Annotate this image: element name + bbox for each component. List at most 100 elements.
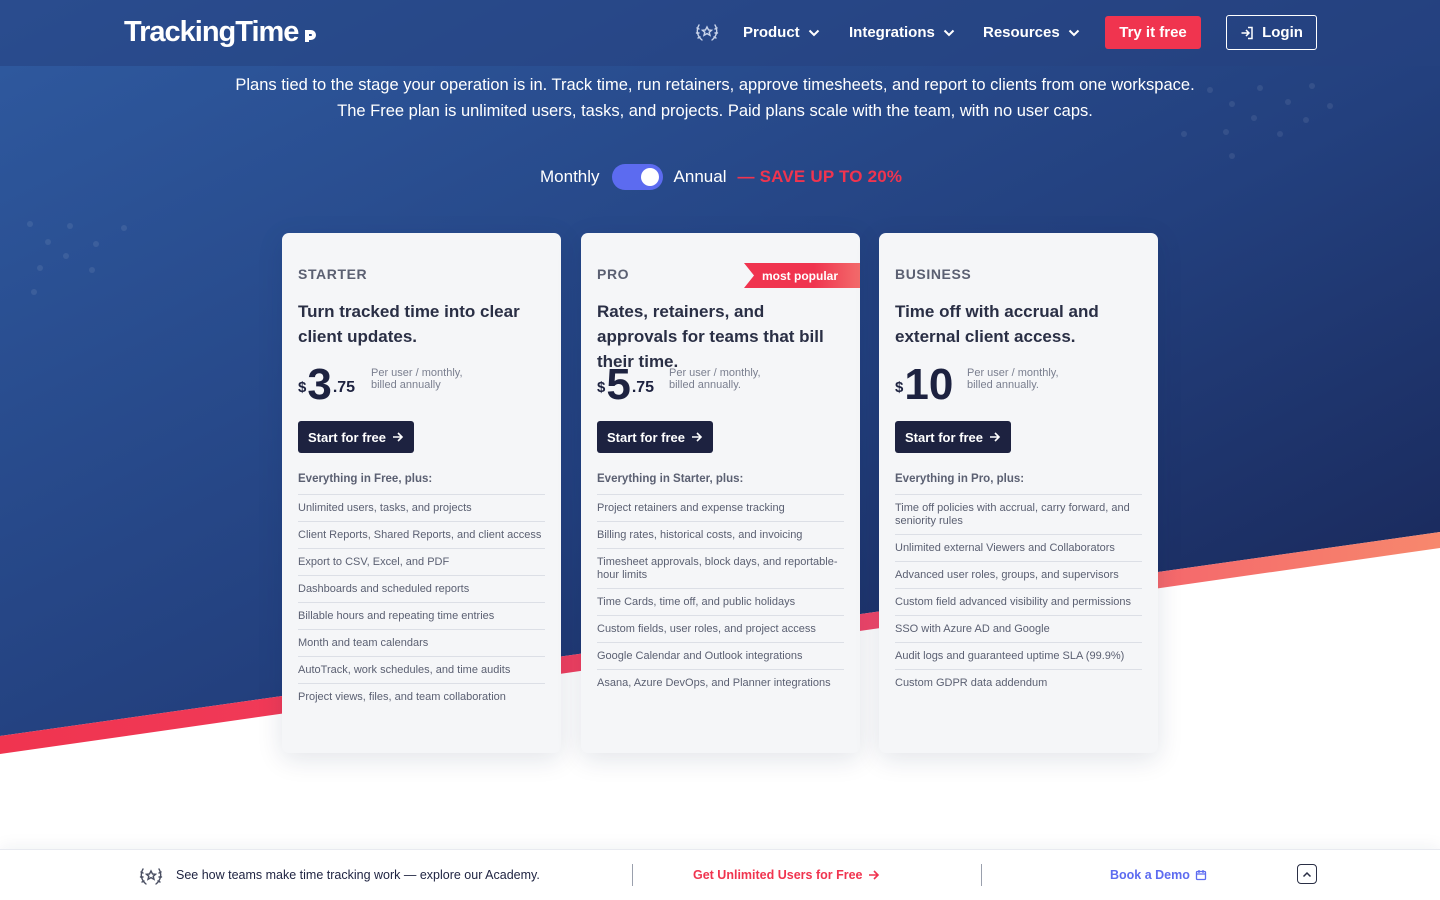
feature-item: Month and team calendars — [298, 629, 545, 656]
price-period-note: Per user / monthly, billed annually. — [967, 367, 1059, 391]
divider — [981, 864, 982, 886]
price-currency: $ — [298, 379, 307, 396]
plan-price: $ 3 .75 — [298, 363, 355, 407]
laurel-award-icon — [695, 24, 719, 41]
chevron-down-icon — [1068, 29, 1079, 36]
plan-price: $ 10 — [895, 363, 954, 407]
plan-headline: Turn tracked time into clear client upda… — [298, 302, 520, 346]
start-for-free-button[interactable]: Start for free — [597, 421, 713, 453]
save-badge: — SAVE UP TO 20% — [737, 167, 903, 186]
feature-list: Project retainers and expense tracking B… — [597, 494, 844, 696]
features-title: Everything in Free, plus: — [298, 473, 433, 485]
nav-product[interactable]: Product — [743, 24, 820, 41]
arrow-right-icon — [990, 432, 1001, 442]
start-for-free-button[interactable]: Start for free — [298, 421, 414, 453]
features-title: Everything in Starter, plus: — [597, 473, 744, 485]
start-button-label: Start for free — [904, 429, 984, 445]
arrow-right-icon — [692, 432, 703, 442]
nav-resources-label: Resources — [983, 24, 1060, 41]
book-demo-link[interactable]: Book a Demo — [1110, 868, 1207, 882]
feature-list: Unlimited users, tasks, and projects Cli… — [298, 494, 545, 710]
arrow-right-icon — [393, 432, 404, 442]
feature-item: Project retainers and expense tracking — [597, 494, 844, 521]
divider — [632, 864, 633, 886]
academy-link[interactable]: See how teams make time tracking work — … — [176, 868, 540, 882]
price-period-note: Per user / monthly, billed annually — [371, 367, 463, 391]
billing-toggle[interactable] — [611, 164, 663, 190]
monthly-label[interactable]: Monthly — [540, 167, 600, 187]
billing-period-switch: Monthly Annual — SAVE UP TO 20% — [540, 164, 902, 190]
plan-name: BUSINESS — [895, 266, 972, 282]
top-nav: TrackingTime Product Integrations Resour… — [0, 0, 1440, 66]
chevron-down-icon — [943, 29, 955, 36]
book-demo-label: Book a Demo — [1110, 868, 1190, 882]
features-title: Everything in Pro, plus: — [895, 473, 1025, 485]
feature-item: Billable hours and repeating time entrie… — [298, 602, 545, 629]
plan-name: STARTER — [298, 266, 368, 282]
laurel-award-icon — [139, 868, 163, 885]
sticky-bottom-bar: See how teams make time tracking work — … — [0, 849, 1440, 900]
login-label: Login — [1262, 24, 1303, 41]
feature-item: Custom GDPR data addendum — [895, 669, 1142, 696]
start-button-label: Start for free — [307, 429, 387, 445]
feature-item: Export to CSV, Excel, and PDF — [298, 548, 545, 575]
feature-item: Timesheet approvals, block days, and rep… — [597, 548, 844, 588]
feature-item: Unlimited external Viewers and Collabora… — [895, 534, 1142, 561]
feature-item: SSO with Azure AD and Google — [895, 615, 1142, 642]
most-popular-badge: most popular — [744, 263, 860, 288]
login-icon — [1241, 26, 1253, 39]
feature-item: Billing rates, historical costs, and inv… — [597, 521, 844, 548]
price-integer: 5 — [606, 360, 631, 409]
plan-headline: Time off with accrual and external clien… — [895, 302, 1099, 346]
intro-line-2: The Free plan is unlimited users, tasks,… — [337, 102, 1093, 120]
arrow-right-icon — [868, 870, 879, 880]
feature-item: Asana, Azure DevOps, and Planner integra… — [597, 669, 844, 696]
start-button-label: Start for free — [606, 429, 686, 445]
feature-item: Advanced user roles, groups, and supervi… — [895, 561, 1142, 588]
chevron-up-icon — [1302, 871, 1312, 877]
price-integer: 10 — [904, 360, 954, 409]
feature-item: Client Reports, Shared Reports, and clie… — [298, 521, 545, 548]
pricing-intro: Plans tied to the stage your operation i… — [0, 72, 1430, 124]
unlimited-users-label: Get Unlimited Users for Free — [693, 868, 863, 882]
feature-item: Google Calendar and Outlook integrations — [597, 642, 844, 669]
brand-logo[interactable]: TrackingTime — [124, 16, 320, 49]
price-decimal: .75 — [332, 379, 356, 396]
feature-item: Dashboards and scheduled reports — [298, 575, 545, 602]
calendar-icon — [1195, 870, 1207, 881]
chevron-down-icon — [808, 29, 819, 36]
plan-name: PRO — [597, 266, 630, 282]
plan-card-business: BUSINESS Time off with accrual and exter… — [879, 233, 1158, 753]
feature-item: Time off policies with accrual, carry fo… — [895, 494, 1142, 534]
unlimited-users-link[interactable]: Get Unlimited Users for Free — [693, 868, 880, 882]
feature-item: Unlimited users, tasks, and projects — [298, 494, 545, 521]
annual-label[interactable]: Annual — [674, 167, 727, 187]
price-currency: $ — [597, 379, 606, 396]
price-period-note: Per user / monthly, billed annually. — [669, 367, 761, 391]
start-for-free-button[interactable]: Start for free — [895, 421, 1011, 453]
feature-list: Time off policies with accrual, carry fo… — [895, 494, 1142, 696]
nav-integrations-label: Integrations — [849, 24, 935, 41]
plan-card-pro: PRO most popular Rates, retainers, and a… — [581, 233, 860, 753]
toggle-knob — [640, 168, 659, 186]
feature-item: Time Cards, time off, and public holiday… — [597, 588, 844, 615]
feature-item: AutoTrack, work schedules, and time audi… — [298, 656, 545, 683]
feature-item: Custom field advanced visibility and per… — [895, 588, 1142, 615]
price-currency: $ — [895, 379, 904, 396]
feature-item: Project views, files, and team collabora… — [298, 683, 545, 710]
try-it-free-button[interactable]: Try it free — [1105, 16, 1201, 49]
login-button[interactable]: Login — [1226, 15, 1317, 50]
nav-integrations[interactable]: Integrations — [849, 24, 955, 41]
scroll-to-top-button[interactable] — [1297, 864, 1317, 884]
feature-item: Audit logs and guaranteed uptime SLA (99… — [895, 642, 1142, 669]
price-decimal: .75 — [631, 379, 655, 396]
intro-line-1: Plans tied to the stage your operation i… — [235, 76, 1195, 94]
nav-product-label: Product — [743, 24, 800, 41]
plan-price: $ 5 .75 — [597, 363, 654, 407]
brand-mark-icon — [305, 29, 317, 42]
feature-item: Custom fields, user roles, and project a… — [597, 615, 844, 642]
plan-card-starter: STARTER Turn tracked time into clear cli… — [282, 233, 561, 753]
price-integer: 3 — [307, 360, 332, 409]
nav-resources[interactable]: Resources — [983, 24, 1080, 41]
brand-name: TrackingTime — [124, 16, 299, 48]
